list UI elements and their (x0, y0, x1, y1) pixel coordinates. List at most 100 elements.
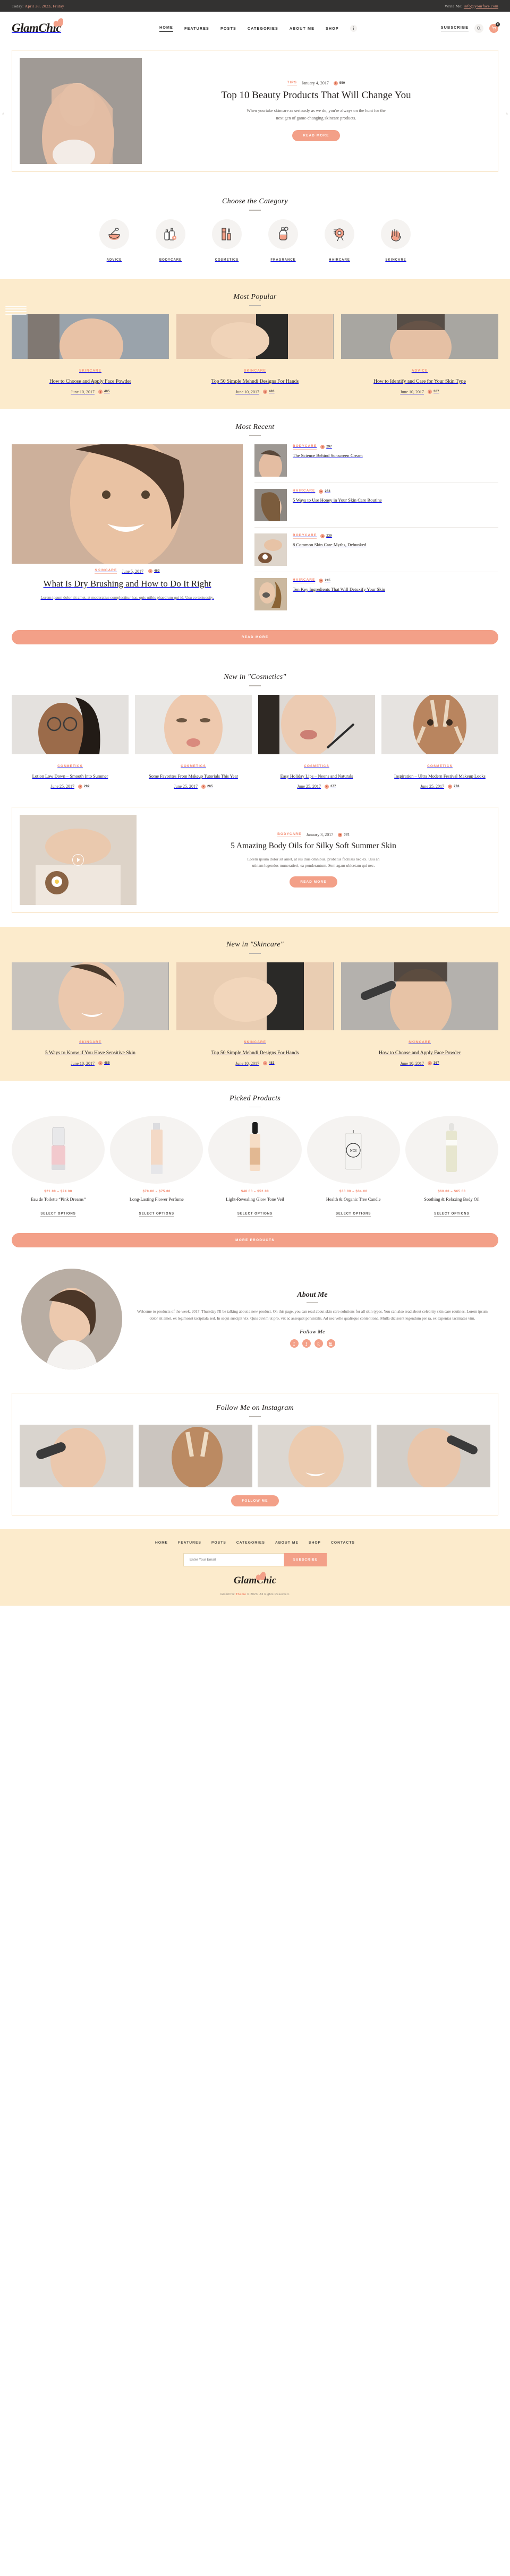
vertical-dots-icon[interactable] (350, 24, 357, 32)
footer-nav-posts[interactable]: POSTS (211, 1541, 226, 1545)
select-options-button[interactable]: SELECT OPTIONS (139, 1212, 174, 1218)
search-icon[interactable] (474, 23, 483, 33)
divider (249, 685, 261, 686)
header-actions: SUBSCRIBE 0 (440, 22, 500, 33)
post-meta: June 10, 2017 485 (15, 1061, 166, 1066)
hero-read-more-button[interactable]: READ MORE (292, 130, 340, 142)
footer-nav-about-me[interactable]: ABOUT ME (275, 1541, 299, 1545)
post-card[interactable]: SKINCARE Top 50 Simple Mehndi Designs Fo… (176, 962, 334, 1066)
feature-read-more-button[interactable]: READ MORE (290, 876, 337, 888)
side-post-title: 5 Ways to Use Honey in Your Skin Care Ro… (293, 497, 382, 503)
email-link[interactable]: info@yourface.com (464, 4, 498, 8)
category-item-advice[interactable]: ADVICE (96, 219, 133, 263)
post-meta: June 10, 2017 483 (180, 390, 330, 394)
post-views-count: 239 (326, 535, 332, 538)
divider (249, 210, 261, 211)
post-card[interactable]: COSMETICS Easy Holiday Lips – Neons and … (258, 694, 375, 789)
divider (249, 953, 261, 954)
category-item-cosmetics[interactable]: COSMETICS (208, 219, 245, 263)
nav-item-features[interactable]: FEATURES (184, 26, 209, 31)
post-image (341, 314, 498, 359)
post-meta: June 25, 2017 278 (385, 784, 495, 789)
nav-item-about-me[interactable]: ABOUT ME (290, 26, 314, 31)
post-card[interactable]: COSMETICS Some Favorites From Makeup Tut… (135, 694, 252, 789)
select-options-button[interactable]: SELECT OPTIONS (237, 1212, 273, 1218)
side-post-item[interactable]: BODYCARE 297 The Science Behind Sunscree… (254, 444, 498, 484)
post-card[interactable]: ADVICE How to Identify and Care for Your… (341, 314, 498, 394)
post-card[interactable]: SKINCARE Top 50 Simple Mehndi Designs Fo… (176, 314, 334, 394)
eye-icon (201, 784, 206, 789)
select-options-button[interactable]: SELECT OPTIONS (40, 1212, 76, 1218)
product-card[interactable]: NOI $30.00 – $34.00 Health & Organic Tre… (307, 1116, 400, 1218)
logo[interactable]: GlamChic (12, 17, 75, 35)
facebook-icon[interactable]: f (290, 1339, 299, 1348)
nav-item-posts[interactable]: POSTS (220, 26, 236, 31)
instagram-icon[interactable]: in (326, 1339, 335, 1348)
instagram-item[interactable] (258, 1424, 371, 1487)
most-recent-section: SKINCARE June 5, 2017 463 What Is Dry Br… (0, 444, 510, 622)
nav-item-shop[interactable]: SHOP (326, 26, 339, 31)
instagram-follow-wrap: FOLLOW ME (20, 1495, 490, 1506)
post-category: COSMETICS (181, 764, 206, 770)
featured-recent-post[interactable]: SKINCARE June 5, 2017 463 What Is Dry Br… (12, 444, 243, 616)
post-image (176, 962, 334, 1030)
hairdryer-icon (325, 219, 354, 249)
post-card[interactable]: SKINCARE 5 Ways to Know if You Have Sens… (12, 962, 169, 1066)
nav-item-categories[interactable]: CATEGORIES (248, 26, 278, 31)
post-card[interactable]: SKINCARE How to Choose and Apply Face Po… (341, 962, 498, 1066)
recent-read-more-button[interactable]: READ MORE (12, 630, 498, 645)
post-title: Some Favorites From Makeup Tutorials Thi… (148, 773, 239, 779)
post-card[interactable]: SKINCARE How to Choose and Apply Face Po… (12, 314, 169, 394)
product-card[interactable]: $70.00 – $75.00 Long-Lasting Flower Perf… (110, 1116, 203, 1218)
product-card[interactable]: $21.00 – $24.00 Eau de Toilette “Pink Dr… (12, 1116, 105, 1218)
product-card[interactable]: $48.00 – $52.00 Light-Revealing Glow Ton… (208, 1116, 302, 1218)
post-card[interactable]: COSMETICS Lotion Low Down – Smooth Into … (12, 694, 129, 789)
play-icon[interactable] (72, 854, 84, 866)
footer-nav-categories[interactable]: CATEGORIES (236, 1541, 265, 1545)
nav-item-home[interactable]: HOME (159, 25, 173, 32)
instagram-follow-button[interactable]: FOLLOW ME (231, 1495, 279, 1506)
chevron-left-icon[interactable]: ‹ (2, 111, 4, 117)
instagram-item[interactable] (139, 1424, 252, 1487)
email-input[interactable] (183, 1553, 284, 1566)
category-item-haircare[interactable]: HAIRCARE (321, 219, 358, 263)
side-post-item[interactable]: HAIRCARE 253 5 Ways to Use Honey in Your… (254, 483, 498, 528)
more-products-button[interactable]: MORE PRODUCTS (12, 1233, 498, 1248)
post-card[interactable]: COSMETICS Inspiration – Ultra Modern Fes… (381, 694, 498, 789)
category-item-skincare[interactable]: SKINCARE (377, 219, 414, 263)
post-date: June 25, 2017 (174, 784, 198, 789)
side-post-item[interactable]: BODYCARE 239 8 Common Skin Care Myths, D… (254, 528, 498, 573)
category-item-fragrance[interactable]: FRAGRANCE (265, 219, 302, 263)
footer-nav-features[interactable]: FEATURES (178, 1541, 201, 1545)
instagram-item[interactable] (377, 1424, 490, 1487)
footer-nav-shop[interactable]: SHOP (309, 1541, 321, 1545)
footer-nav-home[interactable]: HOME (155, 1541, 168, 1545)
hero-category[interactable]: TIPS (287, 81, 297, 86)
select-options-button[interactable]: SELECT OPTIONS (336, 1212, 371, 1218)
post-image (176, 314, 334, 359)
newsletter-subscribe-button[interactable]: SUBSCRIBE (284, 1553, 327, 1566)
footer-nav-contacts[interactable]: CONTACTS (331, 1541, 355, 1545)
today-block: Today: April 28, 2023, Friday (12, 4, 64, 8)
instagram-item[interactable] (20, 1424, 133, 1487)
product-card[interactable]: $60.00 – $65.00 Soothing & Relaxing Body… (405, 1116, 499, 1218)
copyright-post: © 2023. All Rights Reserved. (246, 1592, 290, 1596)
footer-logo[interactable]: GlamChic (234, 1571, 276, 1587)
instagram-heading: Follow Me on Instagram (20, 1402, 490, 1423)
twitter-icon[interactable]: t (302, 1339, 311, 1348)
chevron-right-icon[interactable]: › (506, 111, 508, 117)
side-post-item[interactable]: HAIRCARE 245 Ten Key Ingredients That Wi… (254, 572, 498, 616)
post-views-count: 277 (330, 785, 336, 788)
category-item-bodycare[interactable]: BODYCARE (152, 219, 189, 263)
side-post-meta: HAIRCARE 253 (293, 489, 498, 494)
select-options-button[interactable]: SELECT OPTIONS (434, 1212, 470, 1218)
divider (249, 1416, 261, 1417)
cart-icon[interactable]: 0 (489, 22, 500, 33)
post-date: June 25, 2017 (420, 784, 445, 789)
product-name: Long-Lasting Flower Perfume (129, 1197, 184, 1202)
subscribe-button[interactable]: SUBSCRIBE (440, 25, 469, 31)
top-bar: Today: April 28, 2023, Friday Write Me: … (0, 0, 510, 12)
eye-icon (319, 579, 324, 583)
pinterest-icon[interactable]: p (314, 1339, 323, 1348)
post-body: COSMETICS Lotion Low Down – Smooth Into … (12, 754, 129, 789)
